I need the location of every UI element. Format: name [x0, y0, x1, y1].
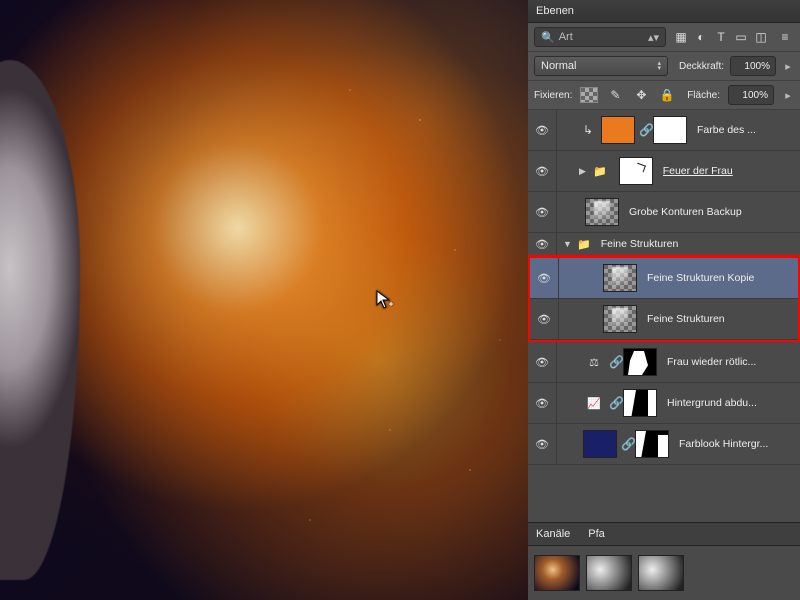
layer-farblook[interactable]: 👁 🔗 Farblook Hintergr...	[528, 424, 800, 465]
channel-thumb[interactable]	[638, 555, 684, 591]
mask-link-icon[interactable]: 🔗	[609, 396, 619, 410]
layers-list[interactable]: 👁 ↳ 🔗 Farbe des ... 👁 ▶ 📁 Feuer der Frau	[528, 110, 800, 522]
color-balance-icon: ⚖	[579, 356, 609, 369]
lock-row: Fixieren: ✎ ✥ 🔒 Fläche: 100% ▸	[528, 81, 800, 110]
layer-mask-thumb[interactable]	[623, 348, 657, 376]
blend-row: Normal ▴▾ Deckkraft: 100% ▸	[528, 52, 800, 81]
layer-thumb[interactable]	[603, 305, 637, 333]
mask-link-icon[interactable]: 🔗	[621, 437, 631, 451]
fill-label: Fläche:	[687, 90, 720, 101]
layer-name[interactable]: Grobe Konturen Backup	[629, 206, 742, 218]
mask-link-icon[interactable]: 🔗	[639, 123, 649, 137]
canvas[interactable]	[0, 0, 528, 600]
layer-name[interactable]: Hintergrund abdu...	[667, 397, 757, 409]
lock-transparent-icon[interactable]	[580, 87, 598, 103]
layer-mask-thumb[interactable]	[619, 157, 653, 185]
clip-icon: ↳	[579, 121, 597, 139]
group-feine-strukturen[interactable]: 👁 ▼ 📁 Feine Strukturen	[528, 233, 800, 256]
tab-pfade[interactable]: Pfa	[588, 528, 605, 540]
folder-icon: 📁	[593, 165, 607, 178]
layer-name[interactable]: Frau wieder rötlic...	[667, 356, 756, 368]
filter-shape-icon[interactable]: ▭	[732, 28, 750, 46]
tab-kanaele[interactable]: Kanäle	[536, 528, 570, 540]
filter-pixel-icon[interactable]: ▦	[672, 28, 690, 46]
channels-tabbar[interactable]: Kanäle Pfa	[528, 522, 800, 546]
visibility-toggle[interactable]: 👁	[528, 383, 557, 423]
curves-icon: 📈	[579, 397, 609, 410]
panel-menu-icon[interactable]: ≡	[776, 28, 794, 46]
layer-name[interactable]: Farbe des ...	[697, 124, 756, 136]
layer-thumb[interactable]	[585, 198, 619, 226]
disclosure-icon[interactable]: ▶	[579, 166, 589, 177]
layer-kind-filter[interactable]: 🔍 Art ▴▾	[534, 27, 666, 47]
lock-all-icon[interactable]: 🔒	[658, 86, 676, 104]
visibility-toggle[interactable]: 👁	[528, 110, 557, 150]
panel-title: Ebenen	[536, 5, 574, 17]
blend-mode-value: Normal	[541, 60, 576, 72]
blend-mode-select[interactable]: Normal ▴▾	[534, 56, 668, 76]
layer-name[interactable]: Feuer der Frau	[663, 165, 733, 177]
layer-thumb[interactable]	[603, 264, 637, 292]
layer-mask-thumb[interactable]	[635, 430, 669, 458]
panel-titlebar[interactable]: Ebenen	[528, 0, 800, 23]
chevron-updown-icon: ▴▾	[657, 61, 661, 71]
lock-label: Fixieren:	[534, 90, 572, 101]
search-icon: 🔍	[541, 31, 555, 44]
fill-field[interactable]: 100%	[728, 85, 774, 105]
chevron-updown-icon: ▴▾	[648, 31, 659, 44]
filter-label: Art	[559, 31, 573, 43]
layer-frau-adjust[interactable]: 👁 ⚖ 🔗 Frau wieder rötlic...	[528, 342, 800, 383]
visibility-toggle[interactable]: 👁	[528, 192, 557, 232]
visibility-toggle[interactable]: 👁	[528, 151, 557, 191]
visibility-toggle[interactable]: 👁	[528, 424, 557, 464]
layer-thumb[interactable]	[601, 116, 635, 144]
layer-name[interactable]: Feine Strukturen	[647, 313, 725, 325]
fill-flyout-icon[interactable]: ▸	[782, 89, 794, 102]
channel-thumb-rgb[interactable]	[534, 555, 580, 591]
channel-thumb[interactable]	[586, 555, 632, 591]
filter-adjust-icon[interactable]: ◐	[692, 28, 710, 46]
filter-smart-icon[interactable]: ◫	[752, 28, 770, 46]
layer-mask-thumb[interactable]	[653, 116, 687, 144]
visibility-toggle[interactable]: 👁	[530, 258, 559, 298]
filter-row: 🔍 Art ▴▾ ▦ ◐ T ▭ ◫ ≡	[528, 23, 800, 52]
disclosure-icon[interactable]: ▼	[563, 239, 573, 249]
layer-fs[interactable]: 👁 Feine Strukturen	[530, 299, 798, 340]
group-name[interactable]: Feine Strukturen	[601, 238, 679, 250]
layer-fs-kopie[interactable]: 👁 Feine Strukturen Kopie	[530, 258, 798, 299]
folder-icon: 📁	[577, 238, 591, 251]
layer-hg-adjust[interactable]: 👁 📈 🔗 Hintergrund abdu...	[528, 383, 800, 424]
lock-position-icon[interactable]: ✥	[632, 86, 650, 104]
layer-thumb[interactable]	[583, 430, 617, 458]
filter-type-icon[interactable]: T	[712, 28, 730, 46]
visibility-toggle[interactable]: 👁	[530, 299, 559, 339]
visibility-toggle[interactable]: 👁	[528, 342, 557, 382]
layer-farbe[interactable]: 👁 ↳ 🔗 Farbe des ...	[528, 110, 800, 151]
opacity-field[interactable]: 100%	[730, 56, 776, 76]
tutorial-highlight: 👁 Feine Strukturen Kopie 👁 Feine Struktu…	[528, 255, 800, 343]
lock-image-icon[interactable]: ✎	[606, 86, 624, 104]
layers-panel: Ebenen 🔍 Art ▴▾ ▦ ◐ T ▭ ◫ ≡ Normal ▴▾ De…	[528, 0, 800, 600]
opacity-label: Deckkraft:	[679, 61, 724, 72]
opacity-flyout-icon[interactable]: ▸	[782, 60, 794, 73]
channels-thumbs	[528, 546, 800, 600]
visibility-toggle[interactable]: 👁	[528, 233, 557, 255]
layer-name[interactable]: Feine Strukturen Kopie	[647, 272, 754, 284]
filter-icon-strip: ▦ ◐ T ▭ ◫	[672, 28, 770, 46]
layer-grobe[interactable]: 👁 Grobe Konturen Backup	[528, 192, 800, 233]
layer-name[interactable]: Farblook Hintergr...	[679, 438, 768, 450]
layer-mask-thumb[interactable]	[623, 389, 657, 417]
layer-feuer-group[interactable]: 👁 ▶ 📁 Feuer der Frau	[528, 151, 800, 192]
mask-link-icon[interactable]: 🔗	[609, 355, 619, 369]
